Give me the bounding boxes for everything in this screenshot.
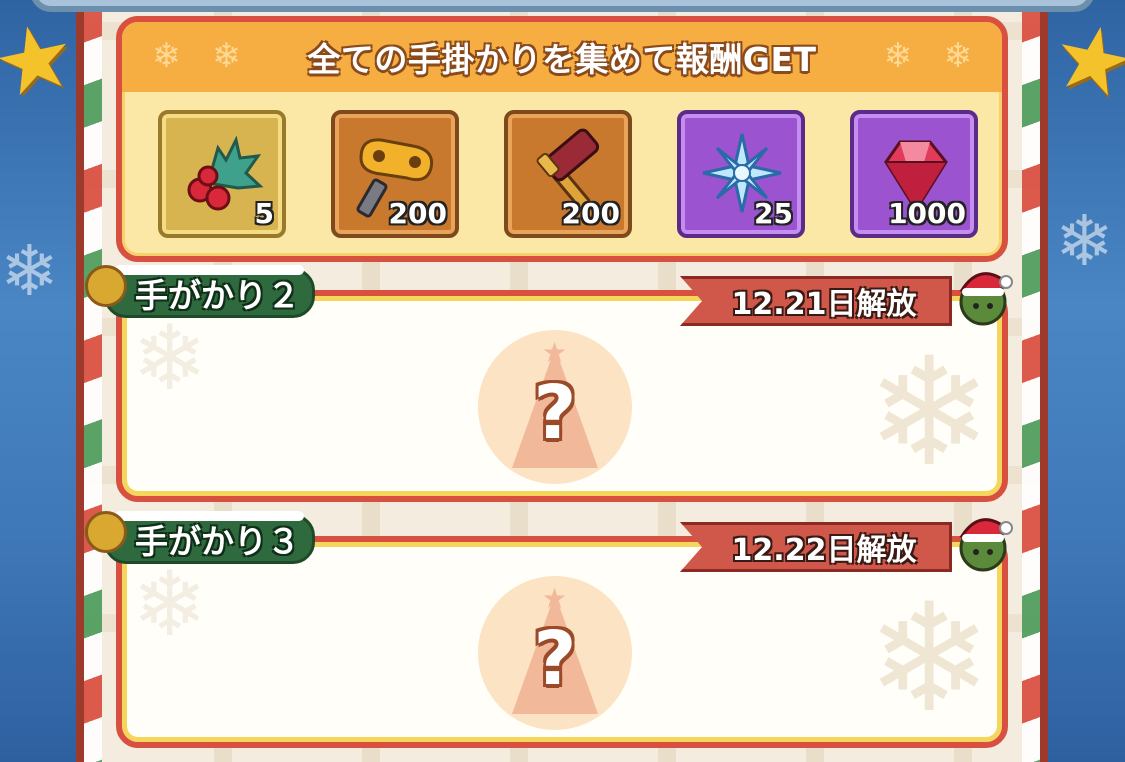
snowflake-decoration-icon: ❄ bbox=[1055, 200, 1114, 282]
reward-item[interactable]: 1000 bbox=[850, 110, 978, 238]
clue-label-tag: 手がかり３ bbox=[85, 511, 315, 564]
bell-icon bbox=[85, 265, 127, 307]
tree-star-icon: ★ bbox=[542, 336, 568, 369]
unlock-date: 12.22日解放 bbox=[731, 533, 917, 568]
clue-label: 手がかり３ bbox=[135, 522, 300, 561]
clue-label-tag: 手がかり２ bbox=[85, 265, 315, 318]
reward-item[interactable]: 25 bbox=[677, 110, 805, 238]
snowflake-decoration-icon: ❄ bbox=[132, 552, 208, 657]
unlock-date: 12.21日解放 bbox=[731, 287, 917, 322]
reward-count: 25 bbox=[754, 197, 793, 230]
reward-item[interactable]: 200 bbox=[504, 110, 632, 238]
locked-clue-icon: ★ ? bbox=[478, 576, 632, 730]
clue-card[interactable]: ❄ ❄ ★ ? 手がかり３ 12.22日解放 bbox=[85, 511, 1013, 748]
reward-count: 1000 bbox=[888, 197, 966, 230]
snowflake-decoration-icon: ❄ bbox=[212, 36, 241, 76]
reward-item[interactable]: 200 bbox=[331, 110, 459, 238]
clue-card[interactable]: ❄ ❄ ★ ? 手がかり２ 12.21日解放 bbox=[85, 265, 1013, 502]
question-mark: ? bbox=[533, 370, 577, 456]
candy-stripe-left bbox=[84, 0, 102, 762]
reward-count: 200 bbox=[388, 197, 447, 230]
snowflake-decoration-icon: ❄ bbox=[132, 306, 208, 411]
question-mark: ? bbox=[533, 616, 577, 702]
star-icon: ★ bbox=[0, 0, 85, 120]
unlock-date-ribbon: 12.21日解放 bbox=[680, 276, 952, 326]
clue-label: 手がかり２ bbox=[135, 276, 300, 315]
panel-top-cap bbox=[30, 0, 1095, 12]
santa-mascot-icon bbox=[959, 272, 1013, 326]
reward-title: 全ての手掛かりを集めて報酬GET bbox=[307, 40, 817, 79]
santa-mascot-icon bbox=[959, 518, 1013, 572]
snowflake-decoration-icon: ❄ bbox=[883, 36, 913, 76]
completion-reward-card: ❄ ❄ ❄ ❄ 全ての手掛かりを集めて報酬GET 5 200 200 25 10… bbox=[116, 16, 1008, 262]
bell-icon bbox=[85, 511, 127, 553]
reward-item[interactable]: 5 bbox=[158, 110, 286, 238]
snowflake-decoration-icon: ❄ bbox=[152, 36, 181, 76]
candy-stripe-right bbox=[1022, 0, 1040, 762]
reward-count: 200 bbox=[561, 197, 620, 230]
reward-items: 5 200 200 25 1000 bbox=[158, 110, 978, 240]
snowflake-decoration-icon: ❄ bbox=[943, 36, 973, 76]
snowflake-decoration-icon: ❄ bbox=[0, 230, 59, 312]
reward-count: 5 bbox=[254, 197, 274, 230]
snowflake-decoration-icon: ❄ bbox=[866, 326, 992, 500]
unlock-date-ribbon: 12.22日解放 bbox=[680, 522, 952, 572]
locked-clue-icon: ★ ? bbox=[478, 330, 632, 484]
snowflake-decoration-icon: ❄ bbox=[866, 572, 992, 746]
tree-star-icon: ★ bbox=[542, 582, 568, 615]
reward-header: ❄ ❄ ❄ ❄ 全ての手掛かりを集めて報酬GET bbox=[122, 22, 1002, 92]
